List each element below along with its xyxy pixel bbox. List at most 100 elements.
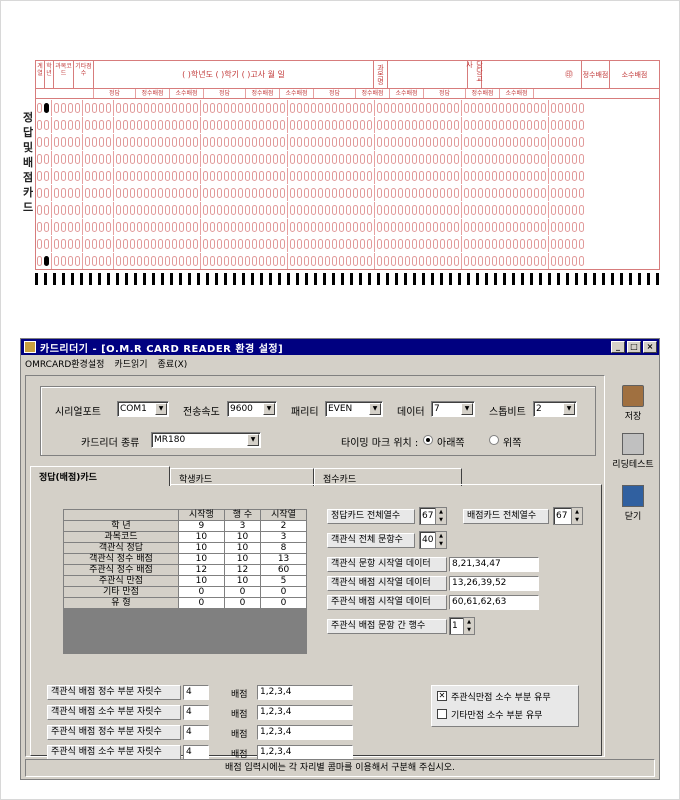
table-cell[interactable]: 5 <box>260 575 307 587</box>
omr-bubble <box>130 222 135 232</box>
omr-bubble <box>186 103 191 113</box>
omr-bubble <box>231 256 236 266</box>
table-cell[interactable]: 3 <box>223 520 262 532</box>
omr-bubble <box>224 239 229 249</box>
spin-arrows-icon[interactable]: ▲ ▼ <box>463 618 474 634</box>
digit-input[interactable]: 4 <box>183 705 209 720</box>
score-input[interactable]: 1,2,3,4 <box>257 745 353 760</box>
stopbit-select[interactable]: 2 ▼ <box>533 401 577 417</box>
chevron-down-icon[interactable]: ▼ <box>155 403 167 415</box>
table-cell[interactable]: 10 <box>177 575 225 587</box>
table-cell[interactable]: 10 <box>223 531 262 543</box>
spin-arrows-icon[interactable]: ▲ ▼ <box>435 508 446 524</box>
close-button[interactable]: × <box>643 341 657 353</box>
table-cell[interactable]: 10 <box>177 542 225 554</box>
answer-cols-spinner[interactable]: 67 ▲ ▼ <box>419 507 447 525</box>
sub-rows-spinner[interactable]: 1 ▲ ▼ <box>449 617 475 635</box>
table-cell[interactable]: 9 <box>177 520 225 532</box>
table-cell[interactable]: 10 <box>177 553 225 565</box>
table-cell[interactable]: 10 <box>177 531 225 543</box>
omr-bubble <box>172 120 177 130</box>
omr-bubble <box>186 205 191 215</box>
table-cell[interactable]: 0 <box>260 597 307 609</box>
timing-top-radio[interactable] <box>489 435 499 445</box>
table-cell[interactable]: 10 <box>223 553 262 565</box>
data-select[interactable]: 7 ▼ <box>431 401 475 417</box>
omr-bubble <box>224 154 229 164</box>
omr-bubble <box>419 188 424 198</box>
menu-omr-settings[interactable]: OMRCARD환경설정 <box>25 357 104 370</box>
table-cell[interactable]: 60 <box>260 564 307 576</box>
reading-test-button[interactable]: 리딩테스트 <box>609 433 657 470</box>
obj-start-input[interactable]: 8,21,34,47 <box>449 557 539 572</box>
reader-type-select[interactable]: MR180 ▼ <box>151 432 261 448</box>
checkbox-sub-decimal-label: 주관식만점 소수 부분 유무 <box>451 693 551 703</box>
omr-bubble <box>520 188 525 198</box>
digit-input[interactable]: 4 <box>183 745 209 760</box>
omr-bubble <box>426 188 431 198</box>
minimize-button[interactable]: _ <box>611 341 625 353</box>
chevron-down-icon[interactable]: ▼ <box>461 403 473 415</box>
obj-count-spinner[interactable]: 40 ▲ ▼ <box>419 531 447 549</box>
omr-bubble <box>346 256 351 266</box>
omr-bubble <box>367 188 372 198</box>
table-cell[interactable]: 10 <box>223 542 262 554</box>
digit-input[interactable]: 4 <box>183 685 209 700</box>
table-cell[interactable]: 0 <box>260 586 307 598</box>
spin-arrows-icon[interactable]: ▲ ▼ <box>571 508 582 524</box>
table-cell[interactable]: 0 <box>223 597 262 609</box>
chevron-down-icon[interactable]: ▼ <box>263 403 275 415</box>
chevron-down-icon[interactable]: ▼ <box>247 434 259 446</box>
omr-bubble <box>210 239 215 249</box>
omr-bubble <box>273 239 278 249</box>
omr-bubble <box>360 154 365 164</box>
omr-bubble <box>572 256 577 266</box>
omr-sub-label: 소수배점 <box>280 89 314 98</box>
table-cell[interactable]: 3 <box>260 531 307 543</box>
digit-input[interactable]: 4 <box>183 725 209 740</box>
table-cell[interactable]: 0 <box>177 597 225 609</box>
omr-bubble <box>75 120 80 130</box>
chevron-down-icon[interactable]: ▼ <box>563 403 575 415</box>
table-cell[interactable]: 0 <box>223 586 262 598</box>
omr-timing-mark <box>71 273 74 285</box>
table-cell[interactable]: 12 <box>177 564 225 576</box>
table-cell[interactable]: 12 <box>223 564 262 576</box>
checkbox-sub-decimal[interactable]: ✕ <box>437 691 447 701</box>
menu-exit[interactable]: 종료(X) <box>158 357 188 370</box>
sub-score-input[interactable]: 60,61,62,63 <box>449 595 539 610</box>
table-cell[interactable]: 13 <box>260 553 307 565</box>
table-cell[interactable]: 10 <box>223 575 262 587</box>
omr-bubble <box>61 205 66 215</box>
omr-bubble <box>210 188 215 198</box>
omr-timing-mark <box>215 273 218 285</box>
baud-select[interactable]: 9600 ▼ <box>227 401 277 417</box>
tab-answer-card[interactable]: 정답(배점)카드 <box>30 466 170 486</box>
maximize-button[interactable]: □ <box>627 341 641 353</box>
timing-bottom-radio[interactable] <box>423 435 433 445</box>
menu-card-read[interactable]: 카드읽기 <box>114 357 147 370</box>
omr-bubble <box>433 239 438 249</box>
omr-sub-label: 정수배점 <box>246 89 280 98</box>
score-input[interactable]: 1,2,3,4 <box>257 705 353 720</box>
omr-bubble <box>353 205 358 215</box>
obj-score-input[interactable]: 13,26,39,52 <box>449 576 539 591</box>
chevron-down-icon[interactable]: ▼ <box>369 403 381 415</box>
omr-bubble <box>210 256 215 266</box>
parity-select[interactable]: EVEN ▼ <box>325 401 383 417</box>
spin-arrows-icon[interactable]: ▲ ▼ <box>435 532 446 548</box>
table-cell[interactable]: 0 <box>177 586 225 598</box>
serial-port-select[interactable]: COM1 ▼ <box>117 401 169 417</box>
save-button[interactable]: 저장 <box>609 385 657 422</box>
close-door-button[interactable]: 닫기 <box>609 485 657 522</box>
checkbox-etc-decimal[interactable] <box>437 709 447 719</box>
omr-bubble <box>158 171 163 181</box>
score-cols-spinner[interactable]: 67 ▲ ▼ <box>553 507 583 525</box>
table-cell[interactable]: 8 <box>260 542 307 554</box>
score-input[interactable]: 1,2,3,4 <box>257 725 353 740</box>
score-input[interactable]: 1,2,3,4 <box>257 685 353 700</box>
omr-bubble <box>172 188 177 198</box>
table-cell[interactable]: 2 <box>260 520 307 532</box>
timing-bottom-label: 아래쪽 <box>437 438 465 449</box>
omr-timing-mark <box>278 273 281 285</box>
